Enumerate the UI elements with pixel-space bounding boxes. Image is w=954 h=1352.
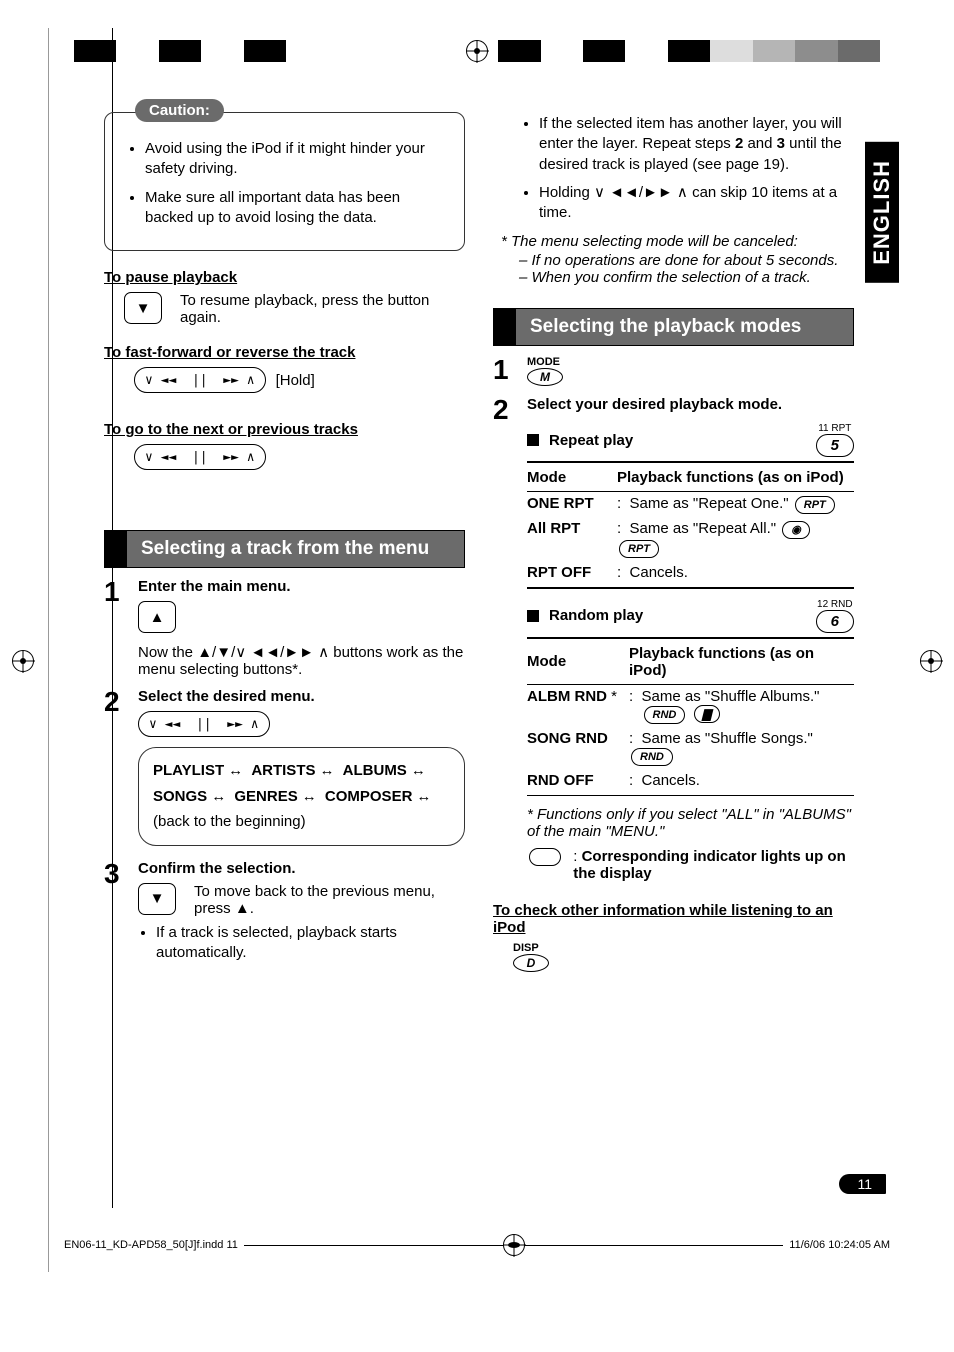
heading-check-info: To check other information while listeni…: [493, 902, 854, 936]
print-footer: EN06-11_KD-APD58_50[J]f.indd 11 11/6/06 …: [58, 1228, 896, 1262]
table-row: RPT OFF : Cancels.: [527, 561, 854, 588]
rnd-indicator-icon: RND: [631, 748, 673, 766]
mode-button-icon: M: [527, 368, 563, 386]
step-text: To move back to the previous menu, press…: [194, 883, 465, 917]
registration-mark-bottom: [503, 1234, 525, 1256]
folder-indicator-icon: ▇: [694, 705, 720, 723]
table-row: ONE RPT : Same as "Repeat One." RPT: [527, 492, 854, 518]
step-label: Confirm the selection.: [138, 860, 465, 877]
caution-badge: Caution:: [135, 99, 224, 122]
step-number: 3: [104, 860, 124, 972]
rpt-indicator-icon: RPT: [619, 540, 659, 558]
right-column: If the selected item has another layer, …: [493, 112, 914, 972]
table-row: All RPT : Same as "Repeat All." ◉ RPT: [527, 517, 854, 561]
seek-pill-icon: ∨ ◄◄ || ►► ∧: [134, 444, 266, 470]
display-indicator: 11 RPT 5: [816, 423, 854, 457]
footnote: * Functions only if you select "ALL" in …: [527, 806, 854, 840]
square-bullet-icon: [527, 434, 539, 446]
subhead: Repeat play: [549, 432, 633, 449]
step-note: Now the ▲/▼/∨ ◄◄/►► ∧ buttons work as th…: [138, 643, 465, 678]
footer-left: EN06-11_KD-APD58_50[J]f.indd 11: [58, 1239, 244, 1251]
subhead: Random play: [549, 607, 643, 624]
section-title: Selecting a track from the menu: [127, 531, 464, 567]
footer-right: 11/6/06 10:24:05 AM: [783, 1239, 896, 1251]
table-row: RND OFF : Cancels.: [527, 769, 854, 795]
step-number: 1: [104, 578, 124, 678]
list-item: Holding ∨ ◄◄/►► ∧ can skip 10 items at a…: [539, 183, 854, 224]
random-mode-table: Mode Playback functions (as on iPod) ALB…: [527, 637, 854, 795]
step-number: 1: [493, 356, 513, 386]
rpt-indicator-icon: RPT: [795, 496, 835, 514]
list-item: If the selected item has another layer, …: [539, 114, 854, 175]
step-number: 2: [493, 396, 513, 882]
repeat-mode-table: Mode Playback functions (as on iPod) ONE…: [527, 461, 854, 588]
heading-next-prev: To go to the next or previous tracks: [104, 421, 465, 438]
step-label: Select the desired menu.: [138, 688, 465, 705]
left-column: Caution: Avoid using the iPod if it migh…: [104, 112, 465, 972]
footnote-item: – When you confirm the selection of a tr…: [519, 269, 854, 286]
heading-pause: To pause playback: [104, 269, 465, 286]
rnd-indicator-icon: RND: [644, 706, 686, 724]
footnote-item: – If no operations are done for about 5 …: [519, 252, 854, 269]
section-title-bar: Selecting a track from the menu: [104, 530, 465, 568]
caution-item: Avoid using the iPod if it might hinder …: [145, 139, 452, 180]
caution-box: Caution: Avoid using the iPod if it migh…: [104, 112, 465, 251]
pause-text: To resume playback, press the button aga…: [180, 292, 465, 326]
seek-pill-icon: ∨ ◄◄ || ►► ∧: [134, 367, 266, 393]
table-header: Playback functions (as on iPod): [617, 462, 854, 492]
disp-button-icon: D: [513, 954, 549, 972]
table-row: SONG RND : Same as "Shuffle Songs." RND: [527, 727, 854, 769]
down-button-icon: ▼: [138, 883, 176, 915]
disp-label: DISP: [513, 942, 854, 954]
down-button-icon: ▼: [124, 292, 162, 324]
heading-ffwd: To fast-forward or reverse the track: [104, 344, 465, 361]
up-button-icon: ▲: [138, 601, 176, 633]
indicator-note: Corresponding indicator lights up on the…: [573, 848, 846, 882]
table-header: Mode: [527, 462, 617, 492]
step-bullet: If a track is selected, playback starts …: [156, 923, 465, 964]
step-label: Enter the main menu.: [138, 578, 465, 595]
caution-item: Make sure all important data has been ba…: [145, 188, 452, 229]
step-label: Select your desired playback mode.: [527, 396, 854, 413]
disc-indicator-icon: ◉: [782, 521, 810, 539]
mode-label: MODE: [527, 356, 854, 368]
square-bullet-icon: [527, 610, 539, 622]
indicator-shape-icon: [529, 848, 561, 866]
hold-label: [Hold]: [276, 372, 315, 389]
display-indicator: 12 RND 6: [816, 599, 854, 633]
table-header: Playback functions (as on iPod): [629, 638, 854, 685]
page-number: 11: [839, 1174, 886, 1194]
footnote: * The menu selecting mode will be cancel…: [501, 233, 854, 250]
step-number: 2: [104, 688, 124, 850]
seek-pill-icon: ∨ ◄◄ || ►► ∧: [138, 711, 270, 737]
section-title-bar: Selecting the playback modes: [493, 308, 854, 346]
table-row: ALBM RND * : Same as "Shuffle Albums." R…: [527, 684, 854, 727]
menu-chain-box: PLAYLIST↔ ARTISTS↔ ALBUMS↔ SONGS↔ GENRES…: [138, 747, 465, 846]
table-header: Mode: [527, 638, 629, 685]
section-title: Selecting the playback modes: [516, 309, 853, 345]
